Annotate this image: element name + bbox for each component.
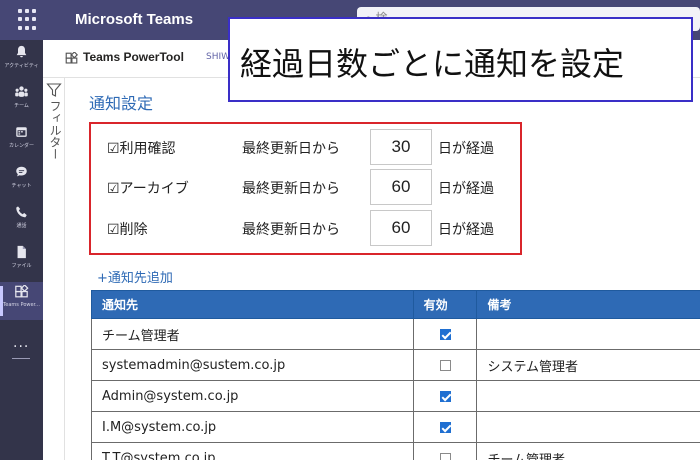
setting-prefix: 最終更新日から <box>242 222 340 238</box>
rail-item-chat[interactable]: チャット <box>0 162 43 200</box>
delete-checkbox[interactable]: ☑削除 <box>107 219 148 239</box>
teams-icon <box>15 86 28 97</box>
chat-icon <box>16 166 27 177</box>
app-title: Microsoft Teams <box>75 11 194 28</box>
app-icon <box>65 52 78 64</box>
enabled-checkbox[interactable] <box>439 421 451 433</box>
add-recipient-link[interactable]: +通知先追加 <box>97 267 173 286</box>
column-header-note: 備考 <box>476 290 700 319</box>
enabled-checkbox[interactable] <box>439 390 451 402</box>
left-rail: アクティビティ チーム カレンダー チャット 通話 ファイル Teams Pow… <box>0 40 43 460</box>
setting-suffix: 日が経過 <box>438 141 494 157</box>
rail-item-activity[interactable]: アクティビティ <box>0 42 43 80</box>
rail-divider <box>12 358 30 359</box>
table-row[interactable]: Admin@system.co.jp <box>91 380 700 412</box>
rail-item-label: チーム <box>14 103 29 109</box>
rail-item-calls[interactable]: 通話 <box>0 202 43 240</box>
notification-settings-panel: ☑利用確認 最終更新日から 30 日が経過 ☑アーカイブ 最終更新日から 60 … <box>89 122 522 255</box>
app-name: Teams PowerTool <box>83 50 184 64</box>
rail-item-files[interactable]: ファイル <box>0 242 43 280</box>
recipient-cell: I.M@system.co.jp <box>91 411 414 443</box>
setting-prefix: 最終更新日から <box>242 141 340 157</box>
recipient-cell: Admin@system.co.jp <box>91 380 414 412</box>
setting-suffix: 日が経過 <box>438 222 494 238</box>
table-row[interactable]: I.M@system.co.jp <box>91 411 700 443</box>
column-header-enabled: 有効 <box>412 290 478 319</box>
note-cell <box>476 411 700 443</box>
usage-check-checkbox[interactable]: ☑利用確認 <box>107 138 176 158</box>
note-cell: システム管理者 <box>476 349 700 381</box>
note-cell: チーム管理者 <box>476 442 700 460</box>
app-launcher-icon[interactable] <box>18 9 40 31</box>
page-title: 通知設定 <box>89 94 154 113</box>
enabled-checkbox[interactable] <box>439 328 451 340</box>
table-row[interactable]: チーム管理者 <box>91 318 700 350</box>
rail-item-calendar[interactable]: カレンダー <box>0 122 43 160</box>
note-cell <box>476 318 700 350</box>
rail-item-teams-powertool[interactable]: Teams Power... <box>0 282 43 320</box>
table-row[interactable]: systemadmin@sustem.co.jp システム管理者 <box>91 349 700 381</box>
file-icon <box>17 245 26 259</box>
archive-checkbox[interactable]: ☑アーカイブ <box>107 178 189 198</box>
filter-icon <box>46 83 62 97</box>
main-content: 通知設定 ☑利用確認 最終更新日から 30 日が経過 ☑アーカイブ 最終更新日か… <box>65 78 700 460</box>
recipient-cell: systemadmin@sustem.co.jp <box>91 349 414 381</box>
recipient-cell: チーム管理者 <box>91 318 414 350</box>
calendar-icon <box>16 127 27 137</box>
annotation-text: 経過日数ごとに通知を設定 <box>240 45 625 83</box>
rail-item-label: カレンダー <box>8 143 34 149</box>
table-header-row: 通知先 有効 備考 <box>91 290 700 319</box>
rail-item-label: ファイル <box>11 263 32 269</box>
tab-shiw[interactable]: SHIW <box>206 52 230 62</box>
filter-label: フィルター <box>48 100 62 160</box>
setting-row-delete: ☑削除 最終更新日から 60 日が経過 <box>91 209 520 247</box>
enabled-checkbox[interactable] <box>439 452 451 460</box>
usage-check-days-input[interactable]: 30 <box>370 129 432 165</box>
filter-panel-toggle[interactable]: フィルター <box>43 78 65 460</box>
annotation-banner: 経過日数ごとに通知を設定 <box>228 17 693 102</box>
phone-icon <box>16 206 27 218</box>
note-cell <box>476 380 700 412</box>
bell-icon <box>16 45 27 58</box>
setting-suffix: 日が経過 <box>438 181 494 197</box>
delete-days-input[interactable]: 60 <box>370 210 432 246</box>
enabled-checkbox[interactable] <box>439 359 451 371</box>
rail-item-label: Teams Power... <box>3 302 40 308</box>
rail-item-label: チャット <box>11 183 32 189</box>
recipient-cell: T.T@system.co.jp <box>91 442 414 460</box>
setting-row-archive: ☑アーカイブ 最終更新日から 60 日が経過 <box>91 168 520 206</box>
recipients-table: 通知先 有効 備考 チーム管理者 systemadmin@sustem.co.j… <box>91 290 700 460</box>
setting-prefix: 最終更新日から <box>242 181 340 197</box>
rail-item-label: アクティビティ <box>4 63 39 69</box>
more-apps-icon[interactable]: ... <box>13 335 29 351</box>
column-header-target: 通知先 <box>91 290 414 319</box>
rail-item-teams[interactable]: チーム <box>0 82 43 120</box>
setting-row-usage-check: ☑利用確認 最終更新日から 30 日が経過 <box>91 128 520 166</box>
rail-item-label: 通話 <box>16 223 27 229</box>
archive-days-input[interactable]: 60 <box>370 169 432 205</box>
app-icon <box>15 285 29 298</box>
table-row[interactable]: T.T@system.co.jp チーム管理者 <box>91 442 700 460</box>
